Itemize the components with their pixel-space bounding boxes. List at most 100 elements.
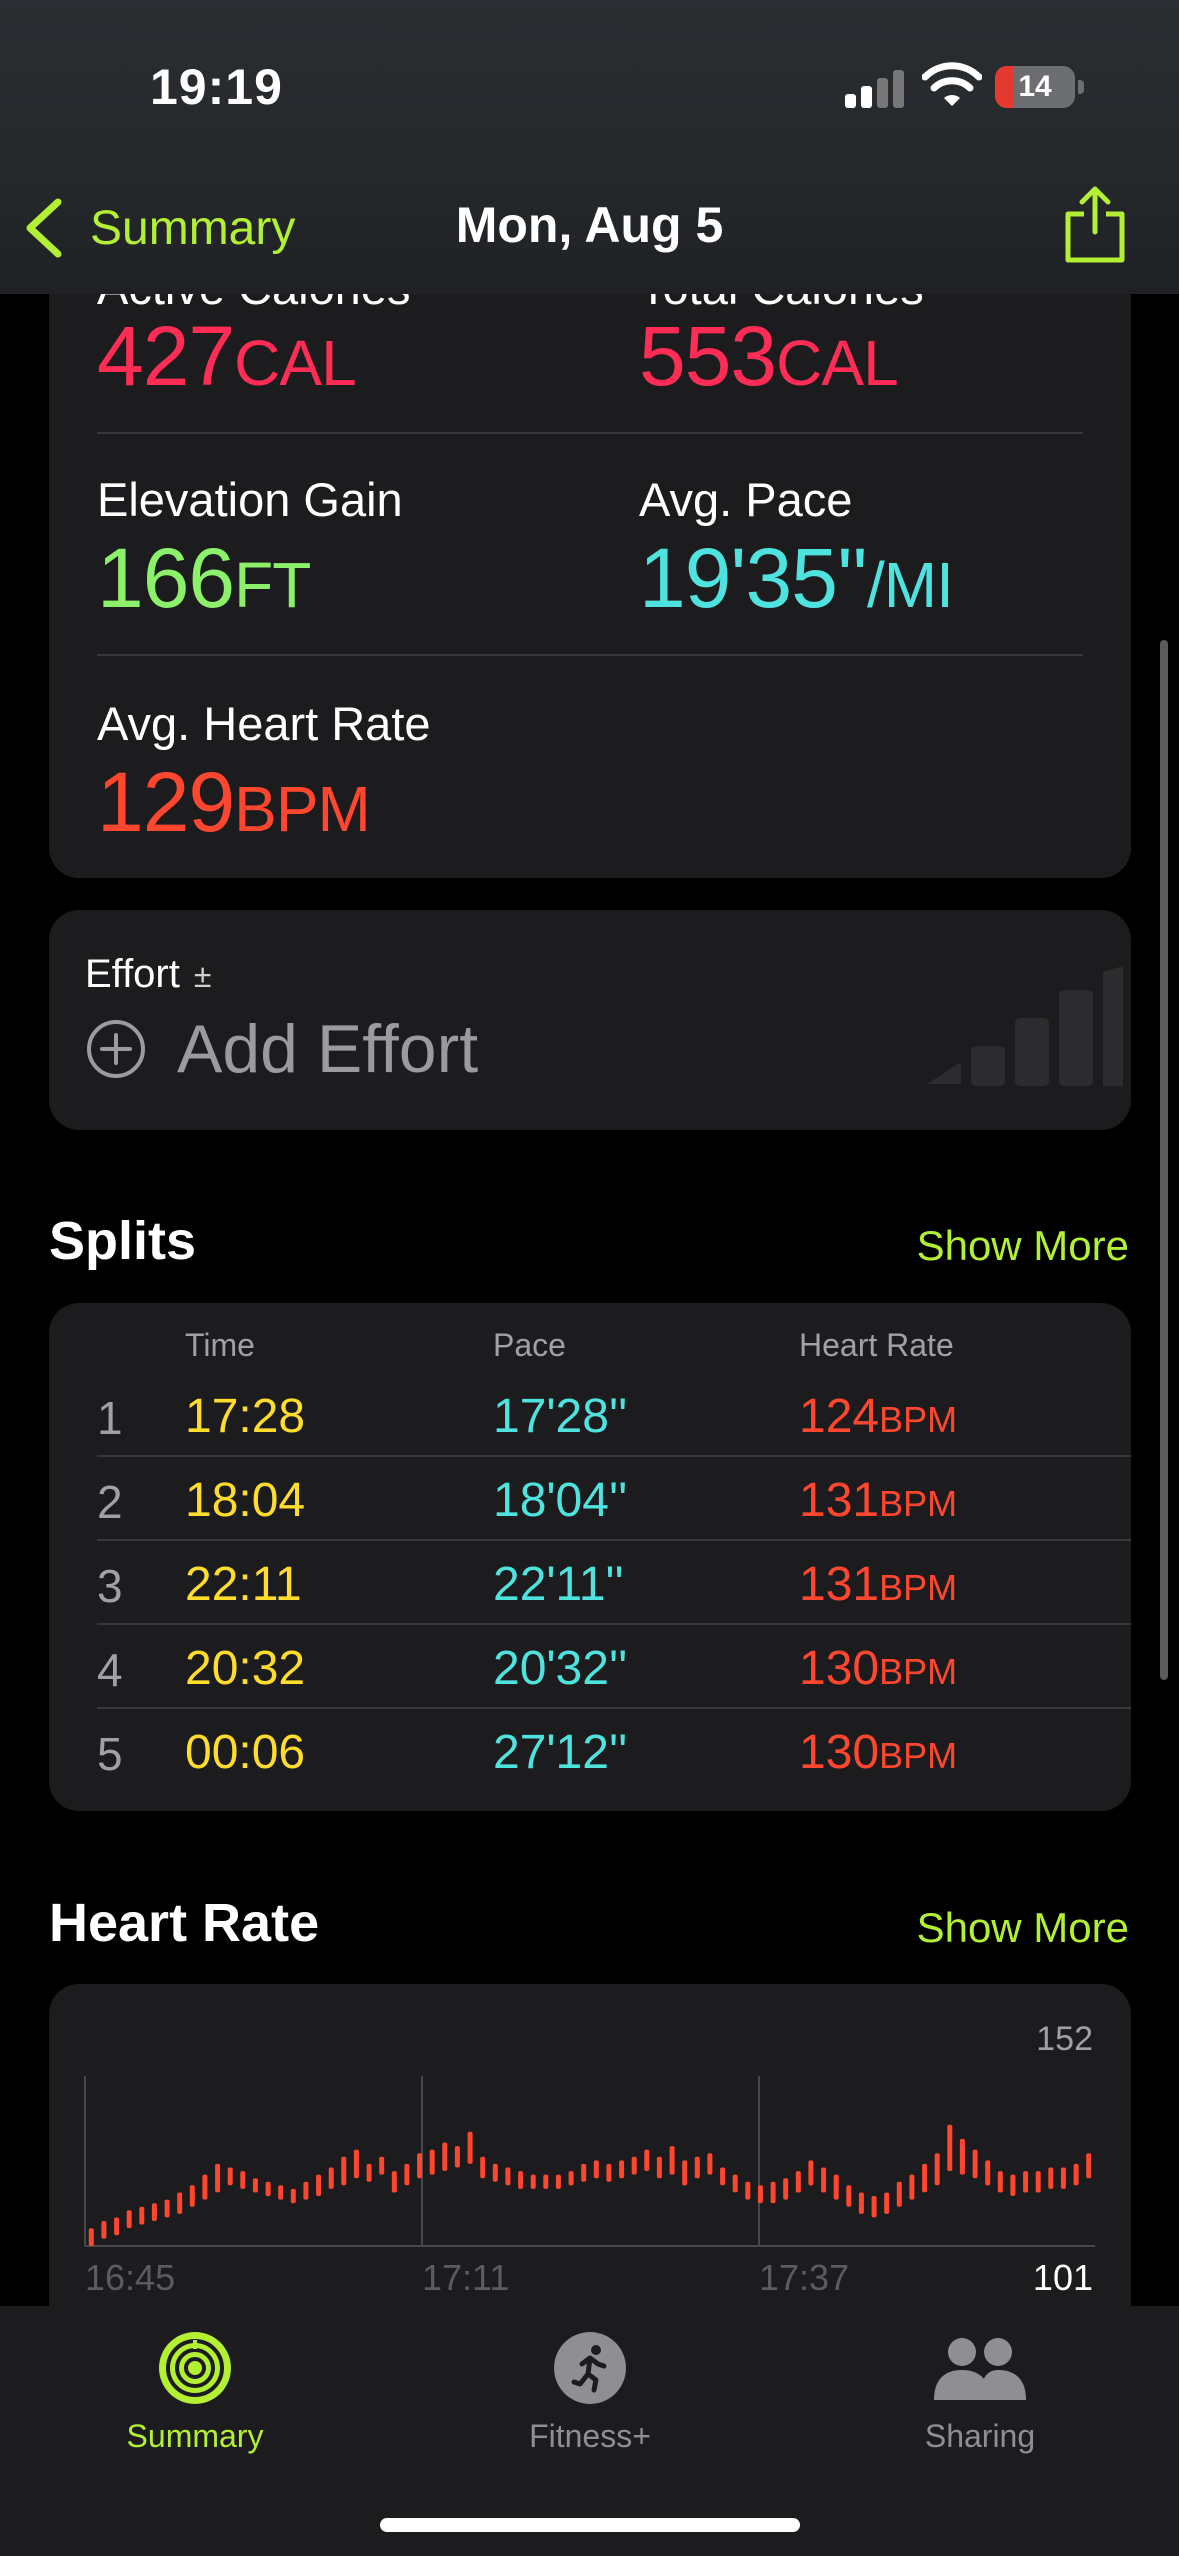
heart-rate-show-more[interactable]: Show More (917, 1904, 1129, 1952)
plus-circle-icon (87, 1020, 145, 1078)
split-row: 4 20:32 20'32'' 130BPM (49, 1625, 1131, 1709)
share-icon[interactable] (1060, 184, 1130, 264)
header: 19:19 14 Summary Mon, Aug 5 (0, 0, 1179, 294)
heart-rate-bar (644, 2149, 650, 2171)
heart-rate-bar (606, 2163, 612, 2182)
heart-rate-bar (278, 2185, 284, 2200)
add-effort-label: Add Effort (177, 1011, 479, 1087)
heart-rate-bar (88, 2228, 94, 2246)
y-max-label: 152 (1036, 2020, 1093, 2058)
heart-rate-bar (858, 2192, 864, 2214)
running-figure-icon (554, 2332, 626, 2404)
heart-rate-bar (265, 2181, 271, 2197)
heart-rate-bar (770, 2181, 776, 2204)
heart-rate-bar (379, 2156, 385, 2175)
heart-rate-bar (757, 2185, 763, 2204)
scroll-indicator[interactable] (1160, 640, 1168, 1680)
effort-card[interactable]: Effort ± Add Effort (49, 910, 1131, 1130)
page-title: Mon, Aug 5 (455, 197, 724, 253)
heart-rate-bar (492, 2163, 498, 2182)
people-icon (934, 2338, 1026, 2400)
splits-title: Splits (49, 1211, 197, 1271)
splits-card: Time Pace Heart Rate 1 17:28 17'28'' 124… (49, 1303, 1131, 1811)
elevation-gain-label: Elevation Gain (97, 473, 403, 526)
heart-rate-bar (316, 2174, 322, 2196)
elevation-gain-value: 166FT (97, 531, 311, 625)
heart-rate-bar (821, 2167, 827, 2193)
heart-rate-bar (404, 2163, 410, 2186)
heart-rate-bar (745, 2181, 751, 2200)
heart-rate-bar (1073, 2163, 1079, 2186)
heart-rate-bar (808, 2160, 814, 2186)
tab-summary-label: Summary (126, 2418, 264, 2454)
heart-rate-bar (896, 2181, 902, 2207)
heart-rate-bar (783, 2178, 789, 2200)
battery-icon: 14 (995, 66, 1075, 108)
heart-rate-bar (530, 2174, 536, 2189)
heart-rate-bar (795, 2171, 801, 2193)
heart-rate-bar (454, 2146, 460, 2168)
heart-rate-bar (555, 2174, 561, 2189)
heart-rate-bar (1035, 2171, 1041, 2193)
heart-rate-bar (833, 2174, 839, 2200)
heart-rate-bar (1023, 2171, 1029, 2193)
divider (97, 654, 1083, 656)
tab-fitness-plus-label: Fitness+ (529, 2418, 651, 2454)
home-indicator[interactable] (380, 2518, 800, 2532)
heart-rate-bar (732, 2174, 738, 2193)
effort-info: ± (193, 958, 212, 994)
heart-rate-bar (959, 2138, 965, 2175)
heart-rate-bar (619, 2160, 625, 2179)
heart-rate-bar (593, 2160, 599, 2179)
avg-heart-rate-label: Avg. Heart Rate (97, 697, 431, 750)
heart-rate-bar (164, 2199, 170, 2218)
heart-rate-bar (328, 2167, 334, 2189)
heart-rate-bar (240, 2171, 246, 2189)
heart-rate-bar (682, 2160, 688, 2186)
heart-rate-bar (114, 2217, 120, 2236)
cellular-signal-icon (845, 68, 905, 108)
heart-rate-bar (215, 2163, 221, 2193)
heart-rate-bar (151, 2203, 157, 2221)
x-tick-label: 17:11 (422, 2257, 509, 2298)
heart-rate-bar (707, 2153, 713, 2175)
heart-rate-bar (631, 2156, 637, 2175)
split-row: 5 00:06 27'12'' 130BPM (97, 1726, 958, 1780)
heart-rate-bar (985, 2160, 991, 2186)
tab-sharing[interactable]: Sharing (830, 2330, 1130, 2455)
splits-header-pace: Pace (493, 1327, 566, 1363)
y-min-label: 101 (1033, 2257, 1093, 2298)
splits-header-heart-rate: Heart Rate (799, 1327, 954, 1363)
heart-rate-bar (467, 2131, 473, 2164)
tab-fitness-plus[interactable]: Fitness+ (440, 2330, 740, 2455)
heart-rate-bar (934, 2153, 940, 2186)
heart-rate-bar (227, 2167, 233, 2186)
heart-rate-bar (909, 2174, 915, 2200)
avg-heart-rate-value: 129BPM (97, 755, 371, 849)
splits-header-time: Time (185, 1327, 255, 1363)
heart-rate-bar (720, 2167, 726, 2186)
heart-rate-bar (480, 2156, 486, 2179)
heart-rate-title: Heart Rate (49, 1893, 320, 1953)
x-tick-label: 17:37 (759, 2257, 849, 2298)
heart-rate-bar (189, 2185, 195, 2207)
active-calories-value: 427CAL (97, 309, 357, 403)
total-calories-value: 553CAL (639, 309, 899, 403)
effort-label: Effort ± (85, 952, 212, 996)
splits-show-more[interactable]: Show More (917, 1222, 1129, 1270)
tab-summary[interactable]: Summary (45, 2330, 345, 2455)
x-tick-label: 16:45 (85, 2257, 175, 2298)
heart-rate-bar (442, 2142, 448, 2171)
heart-rate-bar (341, 2156, 347, 2186)
heart-rate-bar (303, 2181, 309, 2200)
heart-rate-bar (1048, 2167, 1054, 2189)
heart-rate-bar (543, 2174, 549, 2189)
heart-rate-bar (656, 2156, 662, 2179)
heart-rate-bar (568, 2171, 574, 2186)
add-effort-button[interactable]: Add Effort (85, 1010, 478, 1088)
heart-rate-bar (177, 2192, 183, 2214)
heart-rate-bar (997, 2171, 1003, 2193)
heart-rate-bar (581, 2163, 587, 2182)
heart-rate-bar (972, 2149, 978, 2179)
heart-rate-bar (353, 2149, 359, 2179)
